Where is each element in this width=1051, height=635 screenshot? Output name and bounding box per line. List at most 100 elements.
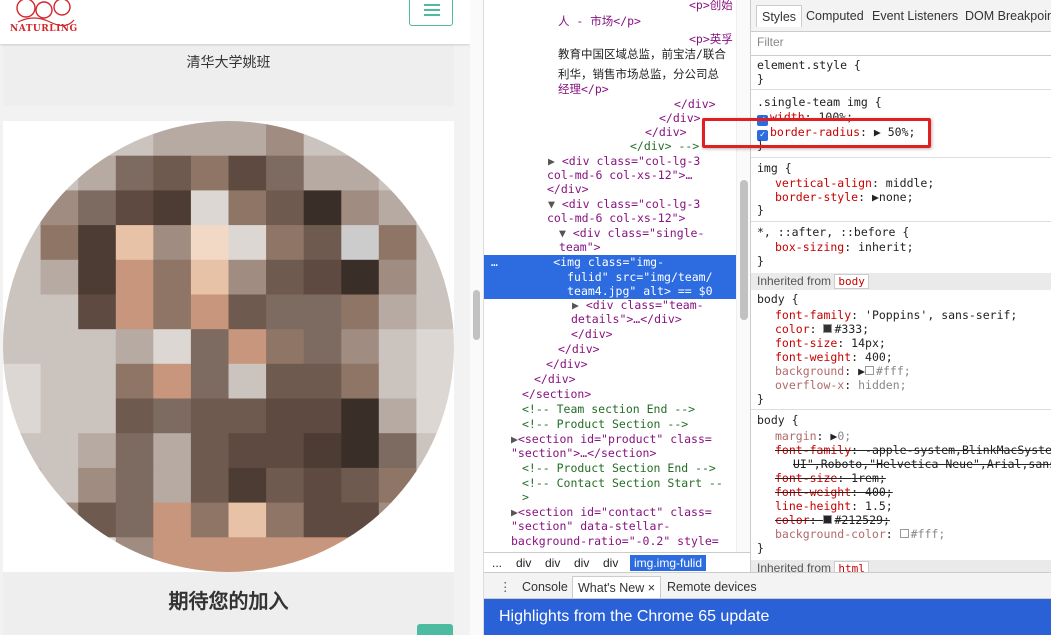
prop-font-weight[interactable]: font-weight: 400; (775, 350, 1051, 364)
dom-node-line[interactable]: </div> (547, 182, 750, 197)
tab-dom-breakpoints[interactable]: DOM Breakpoints (960, 5, 1051, 27)
property-value[interactable]: 'Poppins', sans-serif; (865, 308, 1017, 322)
prop-font-size-overridden[interactable]: font-size: 1rem; (775, 471, 1051, 485)
property-value[interactable]: #fff; (911, 527, 946, 541)
property-name[interactable]: font-family (775, 308, 851, 322)
rule-universal-selector[interactable]: *, ::after, ::before { (757, 225, 1051, 239)
dom-node-line[interactable]: team"> (559, 240, 750, 255)
tab-styles[interactable]: Styles (756, 5, 803, 27)
prop-overflow-x[interactable]: overflow-x: hidden; (775, 378, 1051, 392)
dom-node-line[interactable]: </div> (571, 327, 750, 342)
dom-node-line[interactable]: background-ratio="-0.2" style= (511, 534, 750, 549)
tab-console[interactable]: Console (517, 576, 573, 598)
prop-font-size[interactable]: font-size: 14px; (775, 336, 1051, 350)
property-value[interactable]: middle; (886, 176, 934, 190)
prop-background-color[interactable]: background-color: #fff; (775, 527, 1051, 541)
property-name[interactable]: color (775, 513, 810, 527)
prop-font-family[interactable]: font-family: 'Poppins', sans-serif; (775, 308, 1051, 322)
property-name[interactable]: overflow-x (775, 378, 844, 392)
ellipsis-icon[interactable]: … (484, 255, 553, 269)
expand-triangle-icon[interactable]: ▶ (548, 154, 562, 168)
dom-node-line[interactable]: <!-- Product Section End --> (522, 461, 750, 476)
rule-body-selector[interactable]: body { (757, 292, 1051, 306)
property-name[interactable]: font-size (775, 471, 837, 485)
property-name[interactable]: vertical-align (775, 176, 872, 190)
dom-node-line[interactable]: 经理</p> (558, 82, 750, 97)
prop-color-overridden[interactable]: color: #212529; (775, 513, 1051, 527)
dom-node-section-contact[interactable]: ▶<section id="contact" class= (511, 505, 750, 520)
rule-img-selector[interactable]: img { (757, 161, 1051, 175)
color-swatch-icon[interactable] (899, 529, 909, 538)
dom-node-col-lg-3[interactable]: ▶ <div class="col-lg-3 (548, 154, 750, 169)
tab-computed[interactable]: Computed (801, 5, 869, 27)
inherited-source-link[interactable]: html (834, 561, 869, 572)
styles-filter-input[interactable]: Filter (757, 35, 1047, 51)
property-value[interactable]: 400; (865, 350, 893, 364)
rule-single-team-img-selector[interactable]: .single-team img { (757, 95, 1051, 109)
collapse-triangle-icon[interactable]: ▼ (559, 226, 573, 240)
preview-scrollbar[interactable] (470, 0, 484, 635)
property-name[interactable]: font-weight (775, 350, 851, 364)
back-to-top-button[interactable] (417, 624, 453, 635)
dom-node-line[interactable]: 教育中国区域总监，前宝洁/联合 (558, 47, 750, 62)
dom-node-line[interactable]: <!-- Contact Section Start -- (522, 476, 750, 491)
dom-node-line[interactable]: </section> (522, 387, 750, 402)
color-swatch-icon[interactable] (865, 366, 875, 375)
expand-triangle-icon[interactable]: ▶ (572, 298, 586, 312)
collapse-triangle-icon[interactable]: ▼ (548, 197, 562, 211)
property-name[interactable]: background-color (775, 527, 886, 541)
property-value[interactable]: hidden; (858, 378, 906, 392)
prop-margin[interactable]: margin: ▶0; (775, 429, 1051, 443)
property-name[interactable]: border-style (775, 190, 858, 204)
prop-font-family-overridden[interactable]: font-family: -apple-system,BlinkMacSyste… (775, 443, 1051, 457)
color-swatch-icon[interactable] (823, 515, 833, 524)
prop-color[interactable]: color: #333; (775, 322, 1051, 336)
property-value[interactable]: 1rem; (851, 471, 886, 485)
dom-node-section-product[interactable]: ▶<section id="product" class= (511, 432, 750, 447)
property-value[interactable]: 0; (837, 429, 851, 443)
dom-node-line[interactable]: col-md-6 col-xs-12">… (547, 168, 750, 183)
close-icon[interactable]: × (648, 581, 655, 595)
dom-node-line[interactable]: 人 - 市场</p> (558, 14, 750, 29)
breadcrumb-item[interactable]: div (599, 555, 622, 571)
dom-node-img-selected[interactable]: … <img class="img- (484, 255, 750, 271)
breadcrumb-item[interactable]: div (570, 555, 593, 571)
prop-font-weight-overridden[interactable]: font-weight: 400; (775, 485, 1051, 499)
property-name[interactable]: background (775, 364, 844, 378)
color-swatch-icon[interactable] (823, 324, 833, 333)
expand-triangle-icon[interactable]: ▶ (858, 364, 865, 378)
elements-scrollbar-thumb[interactable] (740, 180, 748, 320)
breadcrumb-item[interactable]: div (512, 555, 535, 571)
property-value[interactable]: #333; (834, 322, 869, 336)
dom-node-line[interactable]: details">…</div> (571, 312, 750, 327)
property-value[interactable]: 14px; (851, 336, 886, 350)
dom-node-line[interactable]: </div> (534, 372, 750, 387)
dom-node-line[interactable]: col-md-6 col-xs-12"> (547, 211, 750, 226)
dom-node-line[interactable]: > (522, 490, 750, 505)
dom-node-col-lg-3-open[interactable]: ▼ <div class="col-lg-3 (548, 197, 750, 212)
prop-box-sizing[interactable]: box-sizing: inherit; (775, 240, 1051, 254)
site-logo[interactable]: NATURLING (4, 0, 80, 42)
property-value[interactable]: 400; (865, 485, 893, 499)
team-member-photo[interactable] (3, 121, 454, 572)
dom-node-line[interactable]: "section" data-stellar- (511, 519, 750, 534)
dom-node-img-selected[interactable]: team4.jpg" alt> == $0 (484, 284, 750, 299)
drawer-menu-icon[interactable]: ⋮ (494, 576, 517, 598)
property-name[interactable]: font-weight (775, 485, 851, 499)
dom-node-line[interactable]: </div> (558, 342, 750, 357)
dom-node-single-team[interactable]: ▼ <div class="single- (559, 226, 750, 241)
property-value[interactable]: #212529; (834, 513, 889, 527)
prop-vertical-align[interactable]: vertical-align: middle; (775, 176, 1051, 190)
property-name[interactable]: margin (775, 429, 817, 443)
breadcrumb-item[interactable]: div (541, 555, 564, 571)
prop-background[interactable]: background: ▶ #fff; (775, 364, 1051, 378)
dom-node-team-details[interactable]: ▶ <div class="team- (572, 298, 750, 313)
preview-scrollbar-thumb[interactable] (473, 290, 480, 340)
dom-node-line[interactable]: 利华，销售市场总监，分公司总 (558, 67, 750, 82)
prop-border-style[interactable]: border-style: ▶none; (775, 190, 1051, 204)
expand-triangle-icon[interactable]: ▶ (872, 190, 879, 204)
property-name[interactable]: font-family (775, 443, 851, 457)
property-value[interactable]: -apple-system,BlinkMacSystemFont,"Segoe (865, 443, 1051, 457)
rule-element-style-selector[interactable]: element.style { (757, 58, 1051, 72)
dom-node-line[interactable]: "section">…</section> (511, 446, 750, 461)
